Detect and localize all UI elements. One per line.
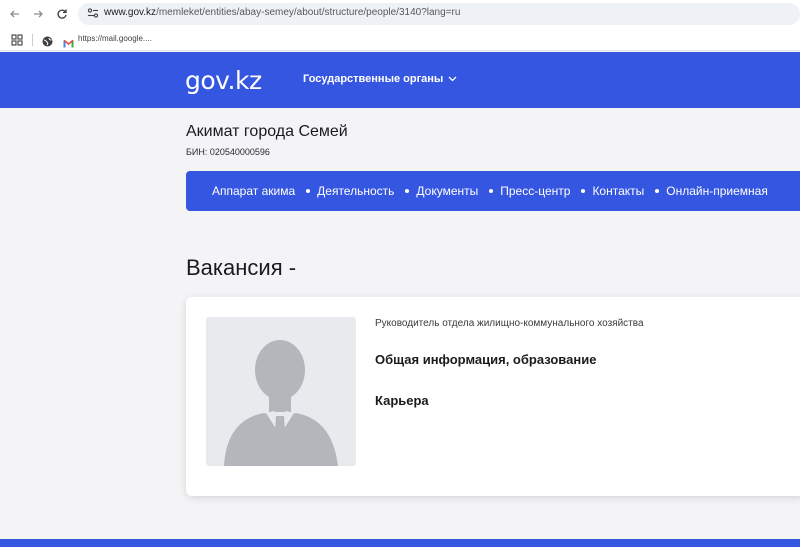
- org-nav-activity[interactable]: Деятельность: [317, 184, 394, 198]
- url-host: www.gov.kz: [104, 7, 157, 18]
- url-path: /memleket/entities/abay-semey/about/stru…: [156, 7, 461, 18]
- back-arrow-icon[interactable]: [6, 5, 24, 23]
- org-name: Акимат города Семей: [186, 123, 348, 140]
- person-silhouette-icon: [224, 340, 338, 466]
- nav-bullet: [489, 189, 494, 193]
- org-bin: БИН: 020540000596: [186, 147, 270, 157]
- org-nav-apparat[interactable]: Аппарат акима: [212, 184, 295, 198]
- browser-toolbar: www.gov.kz/memleket/entities/abay-semey/…: [0, 0, 800, 29]
- site-logo[interactable]: gov.kz: [185, 66, 262, 95]
- org-nav-contacts[interactable]: Контакты: [592, 184, 644, 198]
- nav-bullet: [405, 189, 410, 193]
- site-settings-icon[interactable]: [86, 6, 100, 20]
- org-nav-documents[interactable]: Документы: [416, 184, 478, 198]
- section-career[interactable]: Карьера: [375, 393, 429, 408]
- globe-icon[interactable]: [42, 34, 53, 47]
- nav-bullet: [655, 189, 660, 193]
- forward-arrow-icon[interactable]: [29, 5, 47, 23]
- url-text[interactable]: www.gov.kz/memleket/entities/abay-semey/…: [104, 7, 460, 18]
- footer-bar: [0, 539, 800, 547]
- section-general-info[interactable]: Общая информация, образование: [375, 352, 596, 367]
- apps-grid-icon[interactable]: [11, 33, 23, 46]
- org-nav-press[interactable]: Пресс-центр: [500, 184, 570, 198]
- gov-agencies-label: Государственные органы: [303, 73, 444, 85]
- bookmarks-bar: https://mail.google....: [0, 29, 800, 51]
- gov-agencies-menu[interactable]: Государственные органы: [303, 73, 457, 85]
- bookmark-gmail[interactable]: https://mail.google....: [78, 34, 152, 43]
- page-title: Вакансия -: [186, 255, 297, 280]
- bookmark-divider: [32, 34, 33, 46]
- nav-bullet: [306, 189, 311, 193]
- org-nav-bar: Аппарат акима Деятельность Документы Пре…: [186, 171, 800, 211]
- avatar-placeholder: [206, 317, 356, 466]
- org-nav-online-reception[interactable]: Онлайн-приемная: [666, 184, 768, 198]
- gmail-icon[interactable]: [63, 35, 74, 48]
- nav-bullet: [581, 189, 586, 193]
- vacancy-position: Руководитель отдела жилищно-коммунальног…: [375, 318, 644, 329]
- chevron-down-icon: [448, 76, 457, 82]
- reload-icon[interactable]: [53, 5, 71, 23]
